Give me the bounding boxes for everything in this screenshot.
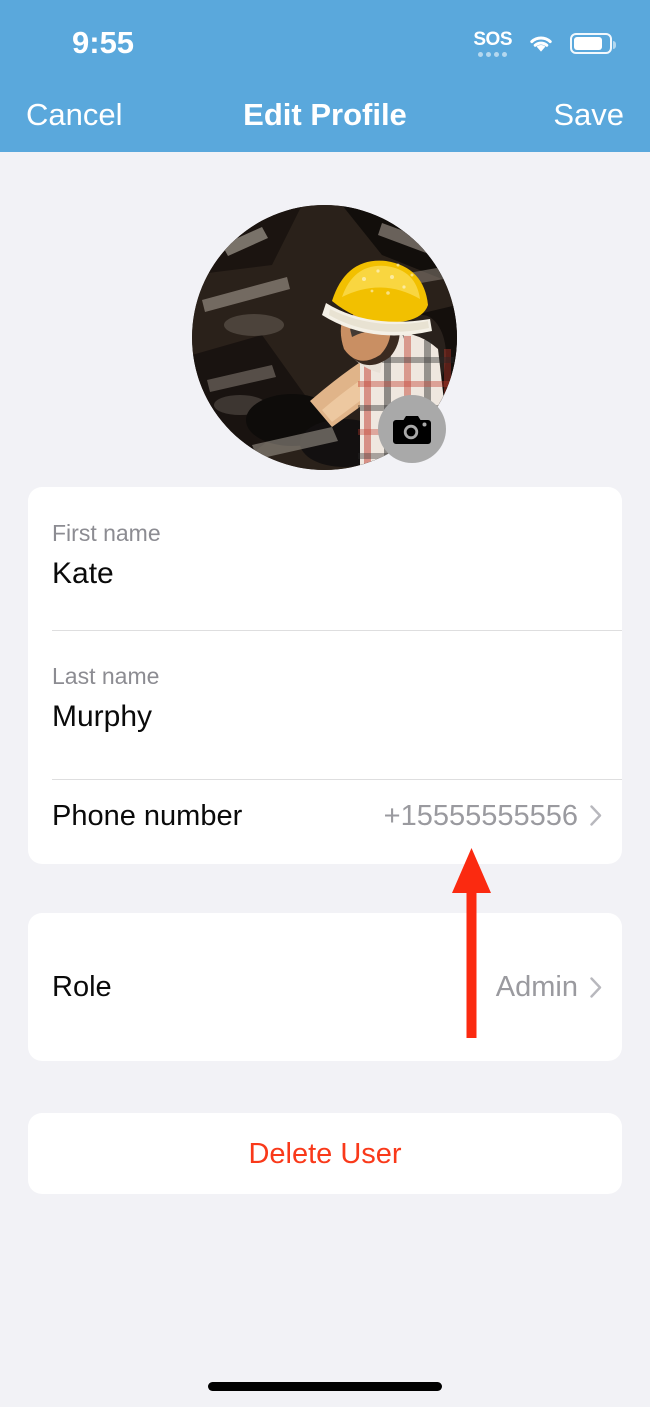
profile-details-card: First name Kate Last name Murphy Phone n… xyxy=(28,487,622,864)
chevron-right-icon xyxy=(590,805,602,826)
status-bar-time: 9:55 xyxy=(72,25,135,60)
last-name-value[interactable]: Murphy xyxy=(52,698,152,736)
last-name-field[interactable]: Last name Murphy xyxy=(28,630,622,773)
save-button[interactable]: Save xyxy=(553,96,624,134)
signal-dots-icon xyxy=(478,51,508,57)
sos-indicator: SOS xyxy=(473,26,512,60)
wifi-icon xyxy=(527,32,555,54)
role-row[interactable]: Role Admin xyxy=(28,913,622,1061)
delete-user-card: Delete User xyxy=(28,1113,622,1194)
last-name-label: Last name xyxy=(52,663,160,689)
home-indicator xyxy=(208,1382,442,1391)
change-photo-button[interactable] xyxy=(378,395,446,463)
first-name-value[interactable]: Kate xyxy=(52,555,114,593)
status-bar: 9:55 SOS xyxy=(0,0,650,78)
role-value: Admin xyxy=(495,971,578,1003)
navigation-bar: Cancel Edit Profile Save xyxy=(0,78,650,152)
role-card: Role Admin xyxy=(28,913,622,1061)
delete-user-button[interactable]: Delete User xyxy=(28,1113,622,1194)
phone-number-value: +15555555556 xyxy=(383,799,578,832)
first-name-field[interactable]: First name Kate xyxy=(28,487,622,630)
chevron-right-icon xyxy=(590,976,602,998)
phone-number-label: Phone number xyxy=(52,799,243,832)
camera-icon xyxy=(393,414,431,444)
delete-user-label: Delete User xyxy=(248,1137,402,1170)
app-header: 9:55 SOS Cancel Edit Profile Save xyxy=(0,0,650,152)
first-name-label: First name xyxy=(52,520,161,546)
role-value-group: Admin xyxy=(496,970,602,1004)
sos-label: SOS xyxy=(473,28,512,50)
phone-number-row[interactable]: Phone number +15555555556 xyxy=(28,773,622,858)
phone-number-value-group: +15555555556 xyxy=(384,799,602,833)
avatar-section xyxy=(192,205,457,470)
battery-icon xyxy=(570,32,616,54)
status-bar-indicators: SOS xyxy=(473,26,616,60)
role-label: Role xyxy=(52,971,112,1003)
